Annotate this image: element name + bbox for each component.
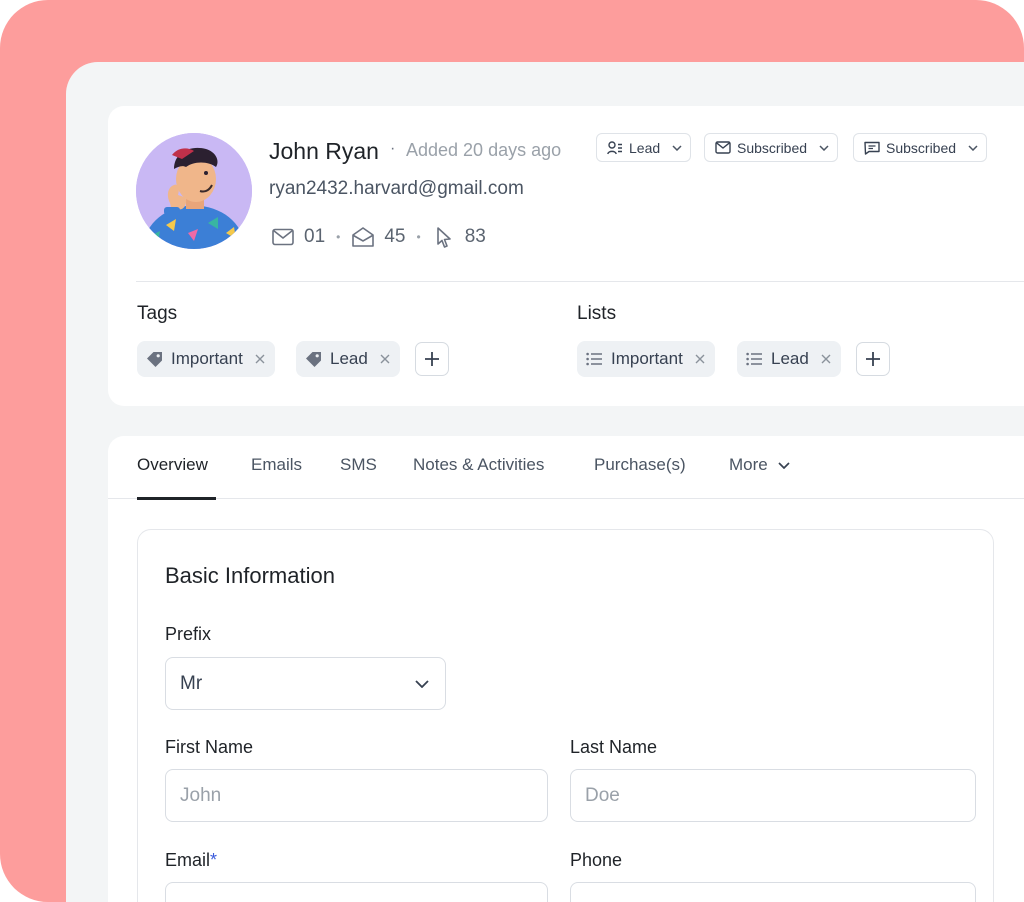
email-subscription-dropdown[interactable]: Subscribed xyxy=(704,133,839,162)
divider xyxy=(136,281,1024,282)
added-date: Added 20 days ago xyxy=(406,140,562,160)
phone-field[interactable] xyxy=(570,882,976,902)
required-marker: * xyxy=(210,850,218,870)
email-subscription-label: Subscribed xyxy=(737,139,808,156)
prefix-value: Mr xyxy=(180,672,203,694)
first-name-label: First Name xyxy=(165,737,254,757)
mail-icon xyxy=(271,225,295,249)
tag-icon xyxy=(305,351,322,368)
status-dropdown[interactable]: Lead xyxy=(596,133,692,162)
tag-chip: Lead xyxy=(296,341,400,377)
mail-open-icon xyxy=(351,225,375,249)
list-label: Lead xyxy=(771,349,809,368)
email-label-text: Email xyxy=(165,850,211,870)
tab-overview[interactable]: Overview xyxy=(137,455,216,500)
tag-label: Lead xyxy=(330,349,368,368)
remove-tag-icon[interactable] xyxy=(255,354,265,364)
plus-icon xyxy=(424,351,440,367)
cursor-click-icon xyxy=(432,225,456,249)
list-chip: Lead xyxy=(737,341,841,377)
phone-label: Phone xyxy=(570,850,623,870)
tab-more[interactable]: More xyxy=(729,455,790,500)
sent-count: 01 xyxy=(304,226,326,247)
chevron-down-icon xyxy=(819,144,829,151)
remove-list-icon[interactable] xyxy=(695,354,705,364)
first-name-field[interactable]: John xyxy=(165,769,548,822)
separator-dot: · xyxy=(390,140,396,157)
chevron-down-icon xyxy=(968,144,978,151)
sms-subscription-label: Subscribed xyxy=(886,139,957,156)
avatar xyxy=(136,133,252,249)
plus-icon xyxy=(865,351,881,367)
tab-emails[interactable]: Emails xyxy=(251,455,302,500)
email-label: Email* xyxy=(165,850,217,871)
tag-chip: Important xyxy=(137,341,275,377)
contact-email: ryan2432.harvard@gmail.com xyxy=(269,178,524,199)
sms-subscription-dropdown[interactable]: Subscribed xyxy=(853,133,988,162)
tab-purchases[interactable]: Purchase(s) xyxy=(594,455,686,500)
contact-status-icon xyxy=(607,140,623,155)
list-chip: Important xyxy=(577,341,715,377)
contact-name: John Ryan xyxy=(269,138,379,164)
chevron-down-icon xyxy=(672,144,682,151)
remove-tag-icon[interactable] xyxy=(380,354,390,364)
chevron-down-icon xyxy=(778,455,790,500)
prefix-select[interactable]: Mr xyxy=(165,657,446,710)
remove-list-icon[interactable] xyxy=(821,354,831,364)
prefix-label: Prefix xyxy=(165,624,212,644)
tag-icon xyxy=(146,351,163,368)
sms-icon xyxy=(864,141,880,155)
tag-label: Important xyxy=(171,349,243,368)
last-name-field[interactable]: Doe xyxy=(570,769,976,822)
email-stats: 01 • 45 • 83 xyxy=(271,224,486,250)
add-tag-button[interactable] xyxy=(415,342,449,376)
tab-sms[interactable]: SMS xyxy=(340,455,377,500)
list-label: Important xyxy=(611,349,683,368)
list-icon xyxy=(586,352,603,366)
open-count: 45 xyxy=(384,226,406,247)
list-icon xyxy=(746,352,763,366)
mail-icon xyxy=(715,141,731,154)
add-list-button[interactable] xyxy=(856,342,890,376)
tags-heading: Tags xyxy=(137,303,178,324)
tab-more-label: More xyxy=(729,455,768,474)
last-name-label: Last Name xyxy=(570,737,658,757)
email-field[interactable] xyxy=(165,882,548,902)
click-count: 83 xyxy=(464,226,486,247)
form-title: Basic Information xyxy=(165,563,335,588)
tab-notes-activities[interactable]: Notes & Activities xyxy=(413,455,544,500)
tabs-divider xyxy=(108,498,1024,499)
chevron-down-icon xyxy=(415,679,429,688)
status-label: Lead xyxy=(629,139,661,156)
lists-heading: Lists xyxy=(577,303,617,324)
